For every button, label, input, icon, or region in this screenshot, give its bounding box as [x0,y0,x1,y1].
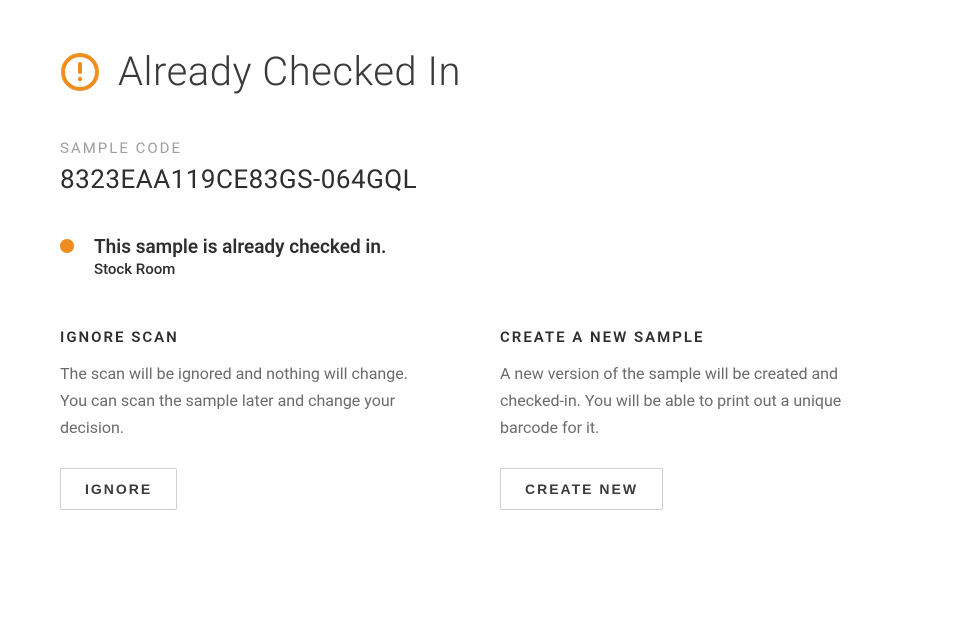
status-location: Stock Room [94,260,386,278]
option-ignore: IGNORE SCAN The scan will be ignored and… [60,328,430,510]
status-row: This sample is already checked in. Stock… [60,235,912,278]
options-row: IGNORE SCAN The scan will be ignored and… [60,328,912,510]
status-message: This sample is already checked in. [94,235,386,258]
sample-code-label: SAMPLE CODE [60,139,912,157]
option-create-description: A new version of the sample will be crea… [500,360,870,442]
sample-code-section: SAMPLE CODE 8323EAA119CE83GS-064GQL [60,139,912,195]
dialog-header: Already Checked In [60,48,912,95]
status-dot-icon [60,239,74,253]
sample-code-value: 8323EAA119CE83GS-064GQL [60,165,912,195]
option-ignore-title: IGNORE SCAN [60,328,430,346]
create-new-button[interactable]: CREATE NEW [500,468,663,510]
option-create-title: CREATE A NEW SAMPLE [500,328,870,346]
option-create-new: CREATE A NEW SAMPLE A new version of the… [500,328,870,510]
page-title: Already Checked In [118,48,461,95]
status-text: This sample is already checked in. Stock… [94,235,386,278]
option-ignore-description: The scan will be ignored and nothing wil… [60,360,430,442]
ignore-button[interactable]: IGNORE [60,468,177,510]
alert-circle-icon [60,52,100,92]
